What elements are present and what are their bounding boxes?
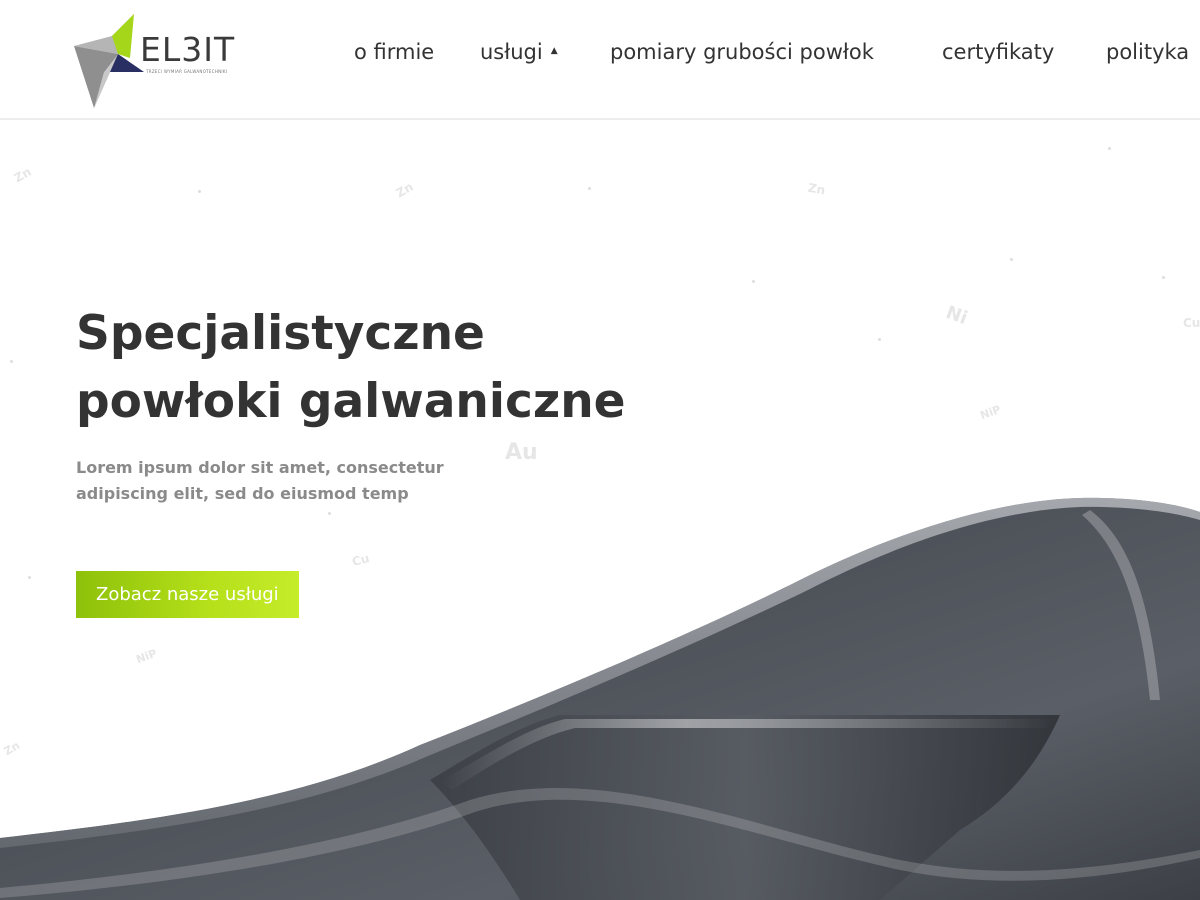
nav-item-o-firmie[interactable]: o firmie: [354, 40, 434, 64]
hero-text-line-1: Lorem ipsum dolor sit amet, consectetur: [76, 458, 444, 477]
hero-title: Specjalistyczne powłoki galwaniczne: [76, 300, 716, 436]
metal-wave-image: [0, 497, 1200, 900]
nav-item-polityka[interactable]: polityka: [1106, 40, 1189, 64]
hero-description: Lorem ipsum dolor sit amet, consectetur …: [76, 455, 496, 507]
nav-item-uslugi[interactable]: usługi ▲: [480, 40, 558, 64]
nav-item-label: certyfikaty: [942, 40, 1055, 64]
see-services-button[interactable]: Zobacz nasze usługi: [76, 571, 299, 618]
nav-item-label: polityka: [1106, 40, 1190, 64]
nav-item-certyfikaty[interactable]: certyfikaty: [942, 40, 1054, 64]
page: Zn Zn Zn Ni Cu NiP Au Cu NiP Zn EL3IT TR…: [0, 0, 1200, 900]
nav-item-label: pomiary grubości powłok: [610, 40, 874, 64]
main-nav: o firmie usługi ▲ pomiary grubości powłok…: [0, 40, 1200, 72]
hero-text-line-2: adipiscing elit, sed do eiusmod temp: [76, 484, 409, 503]
caret-up-icon: ▲: [550, 46, 558, 56]
nav-item-label: o firmie: [354, 40, 435, 64]
hero-title-line-1: Specjalistyczne: [76, 306, 485, 361]
site-header: EL3IT TRZECI WYMIAR GALWANOTECHNIKI o fi…: [0, 0, 1200, 120]
hero-title-line-2: powłoki galwaniczne: [76, 374, 626, 429]
nav-item-pomiary[interactable]: pomiary grubości powłok: [610, 40, 874, 64]
nav-item-label: usługi: [480, 40, 543, 64]
